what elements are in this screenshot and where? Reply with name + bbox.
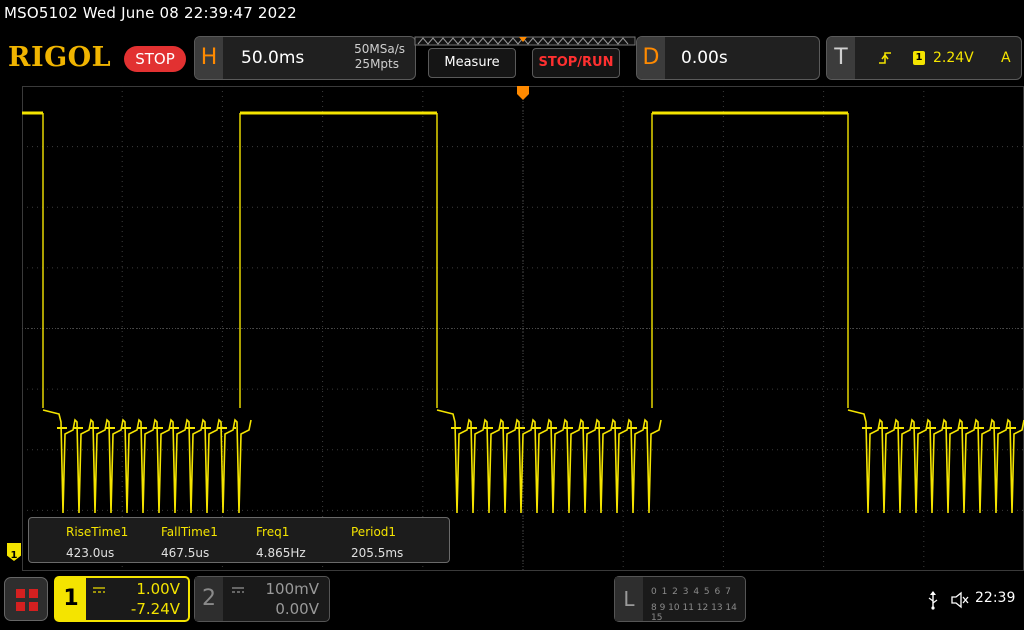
stop-run-button[interactable]: STOP/RUN: [532, 48, 620, 78]
trigger-position-bar: [414, 36, 636, 46]
channel2-offset: 0.00V: [275, 600, 319, 618]
horizontal-panel[interactable]: H 50.0ms 50MSa/s 25Mpts: [194, 36, 416, 80]
channel1-scale: 1.00V: [136, 580, 180, 598]
measure-button[interactable]: Measure: [428, 48, 516, 78]
dc-coupling-icon: [232, 587, 244, 593]
logic-channels-row1: 0 1 2 3 4 5 6 7: [651, 587, 732, 597]
meas-header-period: Period1: [351, 525, 397, 539]
usb-icon: [928, 591, 938, 610]
trigger-channel-badge: 1: [913, 51, 925, 65]
delay-value: 0.00s: [681, 48, 728, 68]
meas-value-period: 205.5ms: [351, 546, 404, 560]
dc-coupling-icon: [93, 587, 105, 593]
waveform-display[interactable]: [22, 86, 1024, 571]
meas-header-falltime: FallTime1: [161, 525, 218, 539]
trigger-position-icon: [517, 86, 529, 100]
meas-header-freq: Freq1: [256, 525, 290, 539]
channel2-scale: 100mV: [265, 580, 319, 598]
device-title-line: MSO5102 Wed June 08 22:39:47 2022: [4, 4, 297, 22]
timebase-value: 50.0ms: [241, 48, 305, 68]
waveform-grid: [22, 86, 1024, 571]
speaker-muted-icon[interactable]: [950, 591, 970, 609]
sample-rate: 50MSa/s: [354, 42, 405, 56]
system-clock: 22:39: [975, 590, 1016, 606]
trigger-letter: T: [827, 37, 855, 79]
ch1-marker-label: 1: [10, 550, 18, 561]
channel1-number: 1: [56, 578, 86, 620]
ch1-ground-marker: 1: [7, 543, 21, 561]
logic-analyzer-panel[interactable]: L 0 1 2 3 4 5 6 7 8 9 10 11 12 13 14 15: [614, 576, 746, 623]
menu-grid-icon: [16, 589, 38, 611]
bottom-status-bar: 1 1.00V -7.24V 2 100mV 0.00V L 0 1 2 3 4…: [0, 572, 1024, 630]
waveform-burst: [42, 409, 252, 514]
trigger-panel[interactable]: T 1 2.24V A: [826, 36, 1022, 80]
waveform-burst: [847, 409, 1024, 514]
channel1-offset: -7.24V: [130, 600, 180, 618]
meas-header-risetime: RiseTime1: [66, 525, 129, 539]
main-menu-button[interactable]: [4, 577, 48, 621]
delay-letter: D: [637, 37, 665, 79]
meas-value-freq: 4.865Hz: [256, 546, 306, 560]
channel2-number: 2: [195, 577, 223, 621]
horizontal-letter: H: [195, 37, 223, 79]
channel2-panel[interactable]: 2 100mV 0.00V: [194, 576, 330, 622]
run-state-badge[interactable]: STOP: [124, 46, 186, 72]
channel1-panel[interactable]: 1 1.00V -7.24V: [54, 576, 190, 622]
measurement-panel: RiseTime1 FallTime1 Freq1 Period1 423.0u…: [28, 517, 450, 563]
top-toolbar: RIGOL STOP H 50.0ms 50MSa/s 25Mpts Measu…: [0, 34, 1024, 84]
meas-value-falltime: 467.5us: [161, 546, 210, 560]
trigger-level: 2.24V: [933, 50, 974, 66]
delay-panel[interactable]: D 0.00s: [636, 36, 820, 80]
waveform-burst: [436, 409, 662, 514]
memory-depth: 25Mpts: [354, 57, 399, 71]
trigger-mode: A: [1001, 50, 1011, 66]
trigger-edge-icon: [879, 52, 891, 64]
meas-value-risetime: 423.0us: [66, 546, 115, 560]
rigol-logo: RIGOL: [8, 42, 112, 73]
logic-letter: L: [615, 577, 643, 621]
logic-channels-row2: 8 9 10 11 12 13 14 15: [651, 603, 737, 623]
